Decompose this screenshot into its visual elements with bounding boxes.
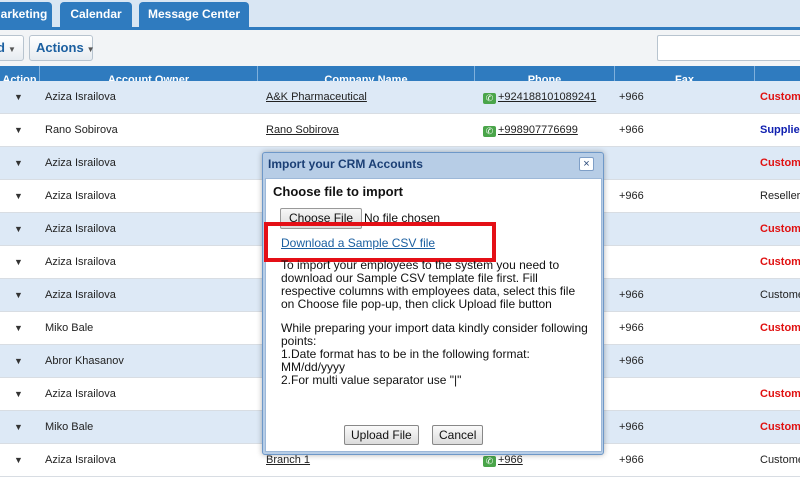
phone-icon[interactable]: ✆ [483, 126, 496, 137]
phone-number-link[interactable]: +924188101089241 [498, 91, 596, 103]
account-type-cell: Custom [760, 388, 800, 400]
tab-calendar[interactable]: Calendar [60, 2, 132, 27]
account-owner-cell: Aziza Israilova [45, 388, 116, 400]
toolbar: d ▼ Actions ▼ [0, 30, 800, 66]
dialog-title: Import your CRM Accounts [268, 157, 423, 171]
account-type-cell: Custome [760, 289, 800, 301]
account-type-cell: Reseller [760, 190, 800, 202]
account-owner-cell: Aziza Israilova [45, 256, 116, 268]
account-owner-cell: Aziza Israilova [45, 223, 116, 235]
row-action-chevron-icon[interactable]: ▼ [14, 213, 26, 246]
phone-icon[interactable]: ✆ [483, 93, 496, 104]
dialog-heading: Choose file to import [273, 184, 403, 199]
account-owner-cell: Aziza Israilova [45, 190, 116, 202]
tab-message-center[interactable]: Message Center [139, 2, 249, 27]
row-action-chevron-icon[interactable]: ▼ [14, 378, 26, 411]
notes-line: 2.For multi value separator use "|" [281, 373, 462, 387]
account-type-cell: Custome [760, 454, 800, 466]
table-row[interactable]: ▼ Aziza Israilova A&K Pharmaceutical ✆ +9241… [0, 81, 800, 114]
account-type-cell: Supplier [760, 124, 800, 136]
notes-line: While preparing your import data kindly … [281, 321, 588, 335]
row-action-chevron-icon[interactable]: ▼ [14, 246, 26, 279]
row-action-chevron-icon[interactable]: ▼ [14, 345, 26, 378]
account-type-cell: Custom [760, 157, 800, 169]
fax-cell: +966 [619, 91, 644, 103]
fax-cell: +966 [619, 322, 644, 334]
account-owner-cell: Miko Bale [45, 421, 94, 433]
fax-cell: +966 [619, 355, 644, 367]
company-name-link[interactable]: Rano Sobirova [266, 114, 471, 147]
account-type-cell: Custom [760, 322, 800, 334]
company-name-link[interactable]: A&K Pharmaceutical [266, 81, 471, 114]
account-owner-cell: Aziza Israilova [45, 289, 116, 301]
actions-dropdown-button[interactable]: Actions ▼ [29, 35, 95, 61]
fax-cell: +966 [619, 421, 644, 433]
row-action-chevron-icon[interactable]: ▼ [14, 147, 26, 180]
row-action-chevron-icon[interactable]: ▼ [14, 180, 26, 213]
instructions-line: on Choose file pop-up, then click Upload… [281, 297, 552, 311]
account-owner-cell: Aziza Israilova [45, 91, 116, 103]
phone-number-link[interactable]: +998907776699 [498, 124, 578, 136]
account-owner-cell: Aziza Israilova [45, 157, 116, 169]
account-type-cell: Custom [760, 256, 800, 268]
chevron-down-icon: ▼ [7, 45, 16, 54]
account-type-cell: Custom [760, 91, 800, 103]
notes-paragraph: While preparing your import data kindly … [281, 322, 591, 387]
fax-cell: +966 [619, 289, 644, 301]
row-action-chevron-icon[interactable]: ▼ [14, 81, 26, 114]
add-button-label: d [0, 40, 5, 55]
row-action-chevron-icon[interactable]: ▼ [14, 411, 26, 444]
cancel-button[interactable]: Cancel [432, 425, 484, 445]
phone-cell[interactable]: ✆ +998907776699 [483, 114, 613, 147]
phone-cell[interactable]: ✆ +924188101089241 [483, 81, 613, 114]
row-action-chevron-icon[interactable]: ▼ [14, 279, 26, 312]
upload-file-button[interactable]: Upload File [344, 425, 419, 445]
account-owner-cell: Rano Sobirova [45, 124, 118, 136]
phone-number-link[interactable]: +966 [498, 454, 523, 466]
instructions-paragraph: To import your employees to the system y… [281, 259, 591, 311]
account-owner-cell: Aziza Israilova [45, 454, 116, 466]
table-row[interactable]: ▼ Rano Sobirova Rano Sobirova ✆ +99890777669… [0, 114, 800, 147]
actions-label: Actions [36, 40, 84, 55]
close-icon[interactable]: × [579, 157, 594, 171]
account-type-cell: Custom [760, 223, 800, 235]
add-dropdown-button[interactable]: d ▼ [0, 35, 24, 61]
chevron-down-icon: ▼ [86, 45, 95, 54]
tab-marketing[interactable]: Marketing [0, 2, 52, 27]
phone-icon[interactable]: ✆ [483, 456, 496, 467]
account-owner-cell: Miko Bale [45, 322, 94, 334]
fax-cell: +966 [619, 124, 644, 136]
account-owner-cell: Abror Khasanov [45, 355, 124, 367]
highlight-box [264, 222, 496, 262]
row-action-chevron-icon[interactable]: ▼ [14, 312, 26, 345]
fax-cell: +966 [619, 454, 644, 466]
search-input[interactable] [657, 35, 800, 61]
row-action-chevron-icon[interactable]: ▼ [14, 444, 26, 477]
account-type-cell: Custom [760, 421, 800, 433]
row-action-chevron-icon[interactable]: ▼ [14, 114, 26, 147]
top-nav: Marketing Calendar Message Center [0, 0, 800, 30]
fax-cell: +966 [619, 190, 644, 202]
